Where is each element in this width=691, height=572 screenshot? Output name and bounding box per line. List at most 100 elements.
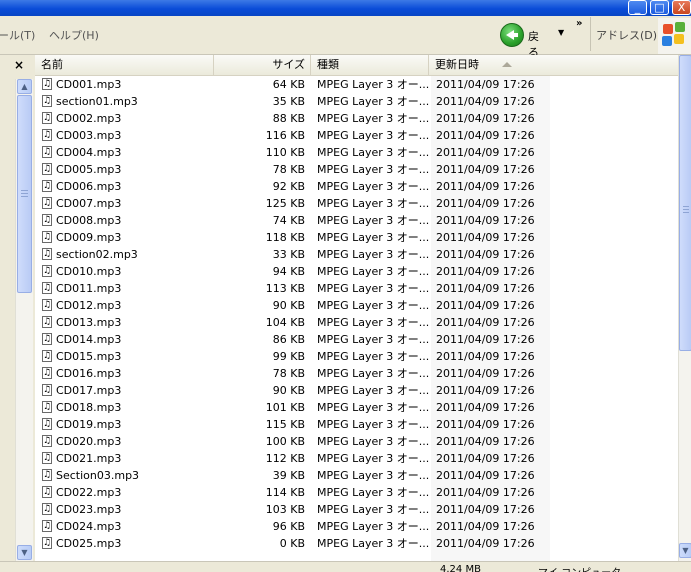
file-type: MPEG Layer 3 オー... — [317, 214, 430, 227]
file-type: MPEG Layer 3 オー... — [317, 129, 430, 142]
file-row[interactable]: ♫ CD011.mp3 113 KB MPEG Layer 3 オー... 2011/0… — [35, 280, 555, 297]
file-row[interactable]: ♫ CD009.mp3 118 KB MPEG Layer 3 オー... 2011/0… — [35, 229, 555, 246]
file-row[interactable]: ♫ CD017.mp3 90 KB MPEG Layer 3 オー... 2011/04… — [35, 382, 555, 399]
file-row[interactable]: ♫ CD018.mp3 101 KB MPEG Layer 3 オー... 2011/0… — [35, 399, 555, 416]
file-row[interactable]: ♫ CD006.mp3 92 KB MPEG Layer 3 オー... 2011/04… — [35, 178, 555, 195]
file-row[interactable]: ♫ CD005.mp3 78 KB MPEG Layer 3 オー... 2011/04… — [35, 161, 555, 178]
dropdown-arrow-icon[interactable]: ▼ — [558, 28, 564, 37]
file-type: MPEG Layer 3 オー... — [317, 180, 430, 193]
column-type[interactable]: 種類 — [311, 55, 429, 75]
scroll-down-icon[interactable]: ▼ — [17, 545, 32, 560]
file-name: CD020.mp3 — [56, 435, 122, 448]
column-name[interactable]: 名前 — [35, 55, 214, 75]
file-name: CD022.mp3 — [56, 486, 122, 499]
file-name: CD019.mp3 — [56, 418, 122, 431]
file-row[interactable]: ♫ CD023.mp3 103 KB MPEG Layer 3 オー... 2011/0… — [35, 501, 555, 518]
file-row[interactable]: ♫ CD012.mp3 90 KB MPEG Layer 3 オー... 2011/04… — [35, 297, 555, 314]
file-row[interactable]: ♫ CD016.mp3 78 KB MPEG Layer 3 オー... 2011/04… — [35, 365, 555, 382]
file-name: CD008.mp3 — [56, 214, 122, 227]
audio-file-icon: ♫ — [42, 214, 52, 226]
file-name: CD005.mp3 — [56, 163, 122, 176]
file-type: MPEG Layer 3 オー... — [317, 537, 430, 550]
audio-file-icon: ♫ — [42, 520, 52, 532]
toolbar-overflow-chevron[interactable]: » — [576, 18, 582, 29]
file-name: CD012.mp3 — [56, 299, 122, 312]
file-size: 0 KB — [279, 537, 305, 550]
file-type: MPEG Layer 3 オー... — [317, 112, 430, 125]
file-row[interactable]: ♫ CD021.mp3 112 KB MPEG Layer 3 オー... 2011/0… — [35, 450, 555, 467]
audio-file-icon: ♫ — [42, 129, 52, 141]
audio-file-icon: ♫ — [42, 248, 52, 260]
file-name: section02.mp3 — [56, 248, 138, 261]
file-name: CD021.mp3 — [56, 452, 122, 465]
file-size: 115 KB — [265, 418, 305, 431]
file-row[interactable]: ♫ CD010.mp3 94 KB MPEG Layer 3 オー... 2011/04… — [35, 263, 555, 280]
file-date: 2011/04/09 17:26 — [436, 265, 535, 278]
audio-file-icon: ♫ — [42, 350, 52, 362]
minimize-button[interactable]: _ — [628, 0, 647, 15]
folder-pane-scrollbar[interactable]: ▲ ▼ — [15, 79, 33, 561]
file-type: MPEG Layer 3 オー... — [317, 265, 430, 278]
file-row[interactable]: ♫ CD001.mp3 64 KB MPEG Layer 3 オー... 2011/04… — [35, 76, 555, 93]
file-type: MPEG Layer 3 オー... — [317, 95, 430, 108]
file-size: 112 KB — [265, 452, 305, 465]
file-row[interactable]: ♫ section02.mp3 33 KB MPEG Layer 3 オー... 201… — [35, 246, 555, 263]
audio-file-icon: ♫ — [42, 163, 52, 175]
file-name: CD007.mp3 — [56, 197, 122, 210]
file-row[interactable]: ♫ CD007.mp3 125 KB MPEG Layer 3 オー... 2011/0… — [35, 195, 555, 212]
back-arrow-icon — [500, 23, 524, 47]
audio-file-icon: ♫ — [42, 503, 52, 515]
file-date: 2011/04/09 17:26 — [436, 231, 535, 244]
file-row[interactable]: ♫ CD004.mp3 110 KB MPEG Layer 3 オー... 2011/0… — [35, 144, 555, 161]
folder-pane: × ▲ ▼ — [0, 55, 35, 561]
file-row[interactable]: ♫ CD020.mp3 100 KB MPEG Layer 3 オー... 2011/0… — [35, 433, 555, 450]
file-name: CD001.mp3 — [56, 78, 122, 91]
audio-file-icon: ♫ — [42, 299, 52, 311]
file-row[interactable]: ♫ CD008.mp3 74 KB MPEG Layer 3 オー... 2011/04… — [35, 212, 555, 229]
file-row[interactable]: ♫ CD003.mp3 116 KB MPEG Layer 3 オー... 2011/0… — [35, 127, 555, 144]
file-row[interactable]: ♫ Section03.mp3 39 KB MPEG Layer 3 オー... 201… — [35, 467, 555, 484]
file-row[interactable]: ♫ CD013.mp3 104 KB MPEG Layer 3 オー... 2011/0… — [35, 314, 555, 331]
file-size: 74 KB — [272, 214, 305, 227]
file-list-scrollbar[interactable]: ▼ — [678, 55, 691, 561]
file-type: MPEG Layer 3 オー... — [317, 486, 430, 499]
file-type: MPEG Layer 3 オー... — [317, 299, 430, 312]
file-row[interactable]: ♫ CD022.mp3 114 KB MPEG Layer 3 オー... 2011/0… — [35, 484, 555, 501]
file-row[interactable]: ♫ CD024.mp3 96 KB MPEG Layer 3 オー... 2011/04… — [35, 518, 555, 535]
file-name: CD009.mp3 — [56, 231, 122, 244]
status-bar: 4.24 MB マイ コンピュータ — [0, 561, 691, 572]
audio-file-icon: ♫ — [42, 333, 52, 345]
menu-help[interactable]: ヘルプ(H) — [49, 27, 99, 43]
file-type: MPEG Layer 3 オー... — [317, 520, 430, 533]
file-row[interactable]: ♫ CD025.mp3 0 KB MPEG Layer 3 オー... 2011/04/… — [35, 535, 555, 552]
sort-ascending-icon — [502, 62, 512, 67]
maximize-button[interactable]: □ — [650, 0, 669, 15]
audio-file-icon: ♫ — [42, 418, 52, 430]
file-date: 2011/04/09 17:26 — [436, 299, 535, 312]
file-type: MPEG Layer 3 オー... — [317, 350, 430, 363]
menu-tools[interactable]: ール(T) — [0, 27, 35, 43]
scroll-thumb[interactable] — [17, 95, 32, 293]
file-row[interactable]: ♫ CD002.mp3 88 KB MPEG Layer 3 オー... 2011/04… — [35, 110, 555, 127]
file-row[interactable]: ♫ CD019.mp3 115 KB MPEG Layer 3 オー... 2011/0… — [35, 416, 555, 433]
scroll-up-icon[interactable]: ▲ — [17, 79, 32, 94]
close-button[interactable]: X — [672, 0, 691, 15]
pane-close-icon[interactable]: × — [14, 58, 24, 72]
address-label[interactable]: アドレス(D) — [596, 27, 657, 43]
audio-file-icon: ♫ — [42, 78, 52, 90]
file-date: 2011/04/09 17:26 — [436, 503, 535, 516]
file-list-scroll-down-icon[interactable]: ▼ — [679, 543, 691, 558]
audio-file-icon: ♫ — [42, 367, 52, 379]
column-size[interactable]: サイズ — [214, 55, 311, 75]
audio-file-icon: ♫ — [42, 316, 52, 328]
file-size: 101 KB — [265, 401, 305, 414]
menu-bar: ール(T) ヘルプ(H) — [0, 16, 691, 55]
file-type: MPEG Layer 3 オー... — [317, 197, 430, 210]
file-size: 35 KB — [272, 95, 305, 108]
file-list-scroll-thumb[interactable] — [679, 55, 691, 351]
file-row[interactable]: ♫ CD014.mp3 86 KB MPEG Layer 3 オー... 2011/04… — [35, 331, 555, 348]
file-row[interactable]: ♫ section01.mp3 35 KB MPEG Layer 3 オー... 201… — [35, 93, 555, 110]
file-row[interactable]: ♫ CD015.mp3 99 KB MPEG Layer 3 オー... 2011/04… — [35, 348, 555, 365]
file-date: 2011/04/09 17:26 — [436, 129, 535, 142]
column-date[interactable]: 更新日時 — [429, 55, 550, 75]
